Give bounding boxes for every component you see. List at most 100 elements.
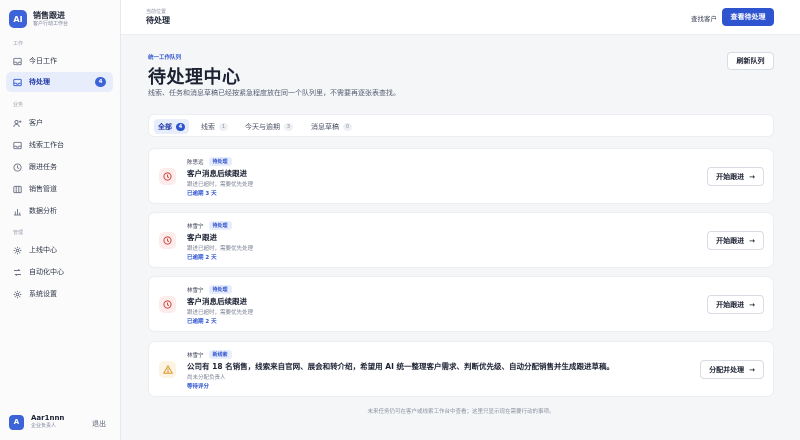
count-badge: 4 [95,77,106,87]
arrow-right-icon: → [749,300,755,309]
sidebar-item-label: 跟进任务 [29,163,57,171]
queue-card: 林雪宁 待处理 客户跟进 跟进已超时，需要优先处理 已逾期 2 天 开始跟进 → [148,212,774,268]
card-person: 林雪宁 [187,223,204,230]
sidebar-item-today[interactable]: 今日工作 [6,51,113,71]
sidebar-item-label: 线索工作台 [29,141,64,149]
tab-count: 3 [284,122,293,131]
sidebar-item-label: 自动化中心 [29,268,64,276]
card-status: 已逾期 3 天 [187,191,217,197]
sidebar-item-label: 销售管道 [29,185,57,193]
start-followup-button[interactable]: 开始跟进 → [707,167,764,186]
sidebar-item-label: 客户 [29,119,43,127]
tray-icon [13,78,22,87]
tab-count: 4 [176,122,185,131]
queue-card: 林雪宁 待处理 客户消息后续跟进 跟进已超时，需要优先处理 已逾期 2 天 开始… [148,276,774,332]
sidebar-item-launch[interactable]: 上线中心 [6,240,113,260]
status-badge: 待处理 [208,221,232,230]
sidebar-item-pending[interactable]: 待处理 4 [6,72,113,92]
card-person: 林雪宁 [187,287,204,294]
card-person: 陈思远 [187,159,204,166]
tab-label: 线索 [201,122,215,131]
inbox-icon [13,57,22,66]
sidebar-item-pipeline[interactable]: 销售管道 [6,179,113,199]
sidebar-item-label: 系统设置 [29,290,57,298]
section-label-admin: 管理 [13,230,24,236]
tab-label: 消息草稿 [311,122,339,131]
brand-name: 销售跟进 [33,10,65,20]
sidebar-item-leads[interactable]: 线索工作台 [6,135,113,155]
card-status: 已逾期 2 天 [187,319,217,325]
card-title: 客户消息后续跟进 [187,297,247,306]
brand-subtitle: 客户行动工作台 [33,20,69,27]
logo: AI [9,10,27,28]
topbar: 当前位置 待处理 查找客户 查看待处理 [121,0,800,35]
card-person: 林雪宁 [187,352,204,359]
find-customer-link[interactable]: 查找客户 [691,13,717,23]
tab-leads[interactable]: 线索 1 [197,119,232,134]
card-title: 客户跟进 [187,233,217,242]
card-status: 等待评分 [187,384,210,390]
card-subtitle: 跟进已超时，需要优先处理 [187,310,254,316]
sidebar-item-tasks[interactable]: 跟进任务 [6,157,113,177]
card-title: 公司有 18 名销售，线索来自官网、展会和转介绍，希望用 AI 统一整理客户需求… [187,362,614,371]
button-label: 开始跟进 [716,236,745,245]
tab-label: 今天与逾期 [245,122,280,131]
tab-label: 全部 [158,122,172,131]
tab-today-overdue[interactable]: 今天与逾期 3 [241,119,297,134]
eyebrow: 统一工作队列 [148,55,182,61]
tab-all[interactable]: 全部 4 [154,119,189,134]
arrow-right-icon: → [749,172,755,181]
section-label-work: 工作 [13,41,24,47]
queue-card: 陈思远 待处理 客户消息后续跟进 跟进已超时，需要优先处理 已逾期 3 天 开始… [148,148,774,204]
filter-tabs: 全部 4 线索 1 今天与逾期 3 消息草稿 0 [148,114,774,137]
sidebar-item-label: 数据分析 [29,207,57,215]
arrow-right-icon: → [749,236,755,245]
bar-chart-icon [13,207,22,216]
tab-drafts[interactable]: 消息草稿 0 [307,119,356,134]
gear-icon [13,246,22,255]
warning-icon [159,361,176,378]
topbar-title: 待处理 [146,16,170,25]
user-profile[interactable]: A Aar1nnn 企业负责人 [9,414,64,430]
inbox-icon [13,141,22,150]
card-subtitle: 尚未分配负责人 [187,375,226,381]
sidebar-item-automation[interactable]: 自动化中心 [6,262,113,282]
clock-icon [159,296,176,313]
tab-count: 0 [343,122,352,131]
button-label: 开始跟进 [716,300,745,309]
sidebar-item-analytics[interactable]: 数据分析 [6,201,113,221]
sidebar-item-settings[interactable]: 系统设置 [6,284,113,304]
page-description: 线索、任务和消息草稿已经按紧急程度放在同一个队列里，不需要再逐张表查找。 [148,89,400,97]
status-badge: 新线索 [208,350,232,359]
sidebar-item-label: 待处理 [29,78,50,86]
sidebar-item-customers[interactable]: 客户 [6,113,113,133]
funnel-icon [13,185,22,194]
section-label-business: 业务 [13,102,24,108]
assign-and-handle-button[interactable]: 分配并处理 → [700,360,764,379]
card-title: 客户消息后续跟进 [187,169,247,178]
button-label: 开始跟进 [716,172,745,181]
queue-card: 林雪宁 新线索 公司有 18 名销售，线索来自官网、展会和转介绍，希望用 AI … [148,341,774,397]
card-subtitle: 跟进已超时，需要优先处理 [187,182,254,188]
sidebar-item-label: 上线中心 [29,246,57,254]
user-role: 企业负责人 [31,423,57,429]
brand[interactable]: AI 销售跟进 客户行动工作台 [9,10,68,28]
refresh-queue-button[interactable]: 刷新队列 [727,52,774,70]
button-label: 分配并处理 [709,365,745,374]
view-pending-button[interactable]: 查看待处理 [722,8,774,26]
breadcrumb: 当前位置 [146,9,167,15]
clock-icon [13,162,22,172]
sidebar: AI 销售跟进 客户行动工作台 工作 今日工作 待处理 4 业务 客户 线索工作… [0,0,121,440]
status-badge: 待处理 [208,285,232,294]
start-followup-button[interactable]: 开始跟进 → [707,231,764,250]
user-plus-icon [13,119,22,128]
logout-button[interactable]: 退出 [92,419,106,429]
start-followup-button[interactable]: 开始跟进 → [707,295,764,314]
clock-icon [159,168,176,185]
gear-icon [13,290,22,299]
footer-note: 未来任务仍可在客户或线索工作台中查看；这里只显示现在需要行动的事项。 [367,409,555,415]
card-subtitle: 跟进已超时，需要优先处理 [187,246,254,252]
status-badge: 待处理 [208,157,232,166]
avatar: A [9,414,24,430]
sidebar-item-label: 今日工作 [29,57,57,65]
